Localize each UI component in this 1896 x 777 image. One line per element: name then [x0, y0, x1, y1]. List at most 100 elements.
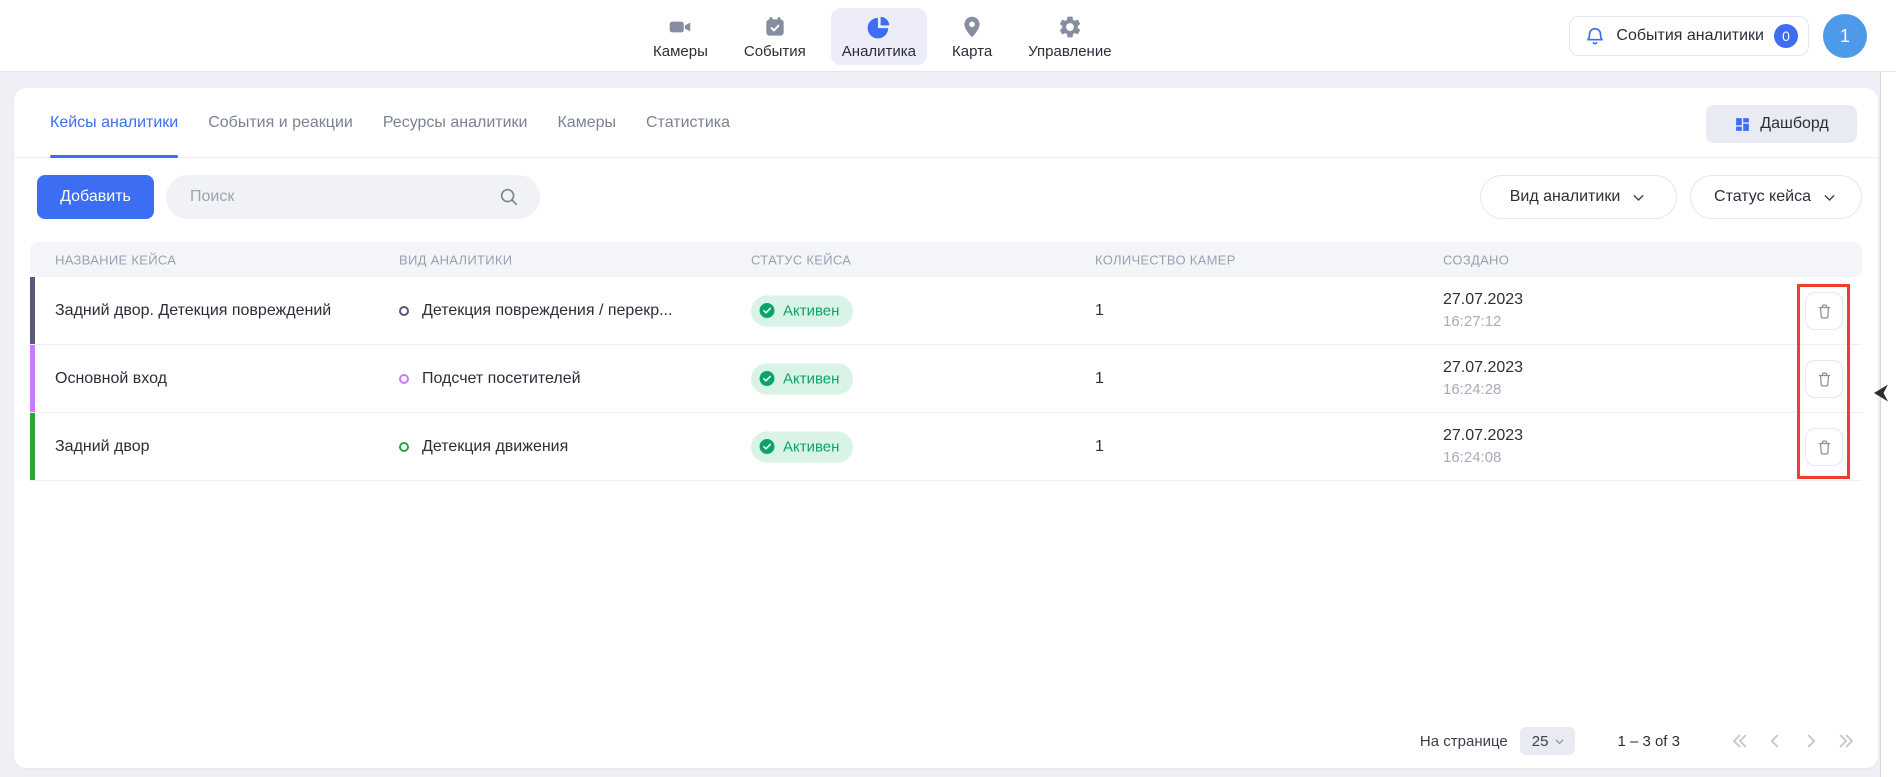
nav-item-management[interactable]: Управление	[1017, 8, 1122, 65]
status-badge: Активен	[751, 295, 853, 326]
chevron-left-icon	[1764, 730, 1786, 752]
nav-item-map[interactable]: Карта	[941, 8, 1003, 65]
created-time: 16:24:08	[1443, 449, 1523, 468]
trash-icon	[1815, 438, 1834, 457]
last-page-button[interactable]	[1834, 728, 1860, 754]
check-circle-icon	[758, 302, 776, 320]
double-chevron-left-icon	[1728, 730, 1750, 752]
created-date: 27.07.2023	[1443, 290, 1523, 310]
chevron-right-icon	[1800, 730, 1822, 752]
trash-icon	[1815, 302, 1834, 321]
nav-item-events[interactable]: События	[733, 8, 817, 65]
analytics-type-label: Подсчет посетителей	[422, 370, 581, 388]
chevron-down-icon	[1821, 189, 1838, 206]
pie-chart-icon	[866, 14, 892, 40]
analytics-type-cell: Детекция повреждения / перекр...	[399, 302, 672, 320]
case-status-cell: Активен	[751, 363, 853, 394]
status-badge: Активен	[751, 431, 853, 462]
status-label: Активен	[783, 438, 839, 455]
tab-analytics-resources[interactable]: Ресурсы аналитики	[383, 88, 528, 157]
case-status-filter-label: Статус кейса	[1714, 188, 1811, 206]
delete-case-button[interactable]	[1805, 292, 1843, 330]
dashboard-button-label: Дашборд	[1760, 115, 1829, 133]
per-page-select[interactable]: 25	[1520, 727, 1576, 755]
created-cell: 27.07.2023 16:27:12	[1443, 290, 1523, 332]
row-accent-bar	[30, 413, 35, 480]
prev-page-button[interactable]	[1762, 728, 1788, 754]
tab-analytics-cases[interactable]: Кейсы аналитики	[50, 88, 178, 157]
first-page-button[interactable]	[1726, 728, 1752, 754]
column-header-camera-count: КОЛИЧЕСТВО КАМЕР	[1095, 252, 1236, 267]
case-status-cell: Активен	[751, 295, 853, 326]
created-time: 16:27:12	[1443, 313, 1523, 332]
analytics-type-filter-label: Вид аналитики	[1510, 188, 1621, 206]
mouse-cursor	[1872, 382, 1890, 404]
status-label: Активен	[783, 370, 839, 387]
next-page-button[interactable]	[1798, 728, 1824, 754]
nav-item-analytics[interactable]: Аналитика	[831, 8, 927, 65]
chevron-down-icon	[1553, 735, 1566, 748]
table-row[interactable]: Основной вход Подсчет посетителей Активе…	[30, 345, 1862, 413]
gear-icon	[1057, 14, 1083, 40]
table-header-row: НАЗВАНИЕ КЕЙСА ВИД АНАЛИТИКИ СТАТУС КЕЙС…	[30, 242, 1862, 277]
created-time: 16:24:28	[1443, 381, 1523, 400]
delete-case-button[interactable]	[1805, 360, 1843, 398]
per-page-label: На странице	[1420, 733, 1508, 750]
column-header-case-name: НАЗВАНИЕ КЕЙСА	[55, 252, 176, 267]
per-page-value: 25	[1532, 733, 1549, 750]
analytics-events-button[interactable]: События аналитики 0	[1569, 16, 1809, 56]
tab-statistics[interactable]: Статистика	[646, 88, 730, 157]
add-case-button[interactable]: Добавить	[37, 175, 154, 219]
top-navigation-bar: Камеры События Аналитика Карта Управлени	[0, 0, 1896, 72]
column-header-case-status: СТАТУС КЕЙСА	[751, 252, 851, 267]
tab-events-reactions[interactable]: События и реакции	[208, 88, 353, 157]
trash-icon	[1815, 370, 1834, 389]
analytics-type-filter[interactable]: Вид аналитики	[1480, 175, 1677, 219]
check-circle-icon	[758, 438, 776, 456]
table-row[interactable]: Задний двор. Детекция повреждений Детекц…	[30, 277, 1862, 345]
nav-label: Аналитика	[842, 43, 916, 60]
table-row[interactable]: Задний двор Детекция движения Активен 1 …	[30, 413, 1862, 481]
content-panel: Кейсы аналитики События и реакции Ресурс…	[14, 88, 1878, 768]
map-pin-icon	[959, 14, 985, 40]
case-status-cell: Активен	[751, 431, 853, 462]
created-cell: 27.07.2023 16:24:28	[1443, 358, 1523, 400]
scrollbar[interactable]	[1880, 72, 1896, 777]
created-date: 27.07.2023	[1443, 358, 1523, 378]
analytics-type-icon	[399, 442, 409, 452]
nav-label: Камеры	[653, 43, 708, 60]
nav-label: События	[744, 43, 806, 60]
nav-item-cameras[interactable]: Камеры	[642, 8, 719, 65]
tab-cameras[interactable]: Камеры	[557, 88, 616, 157]
delete-case-button[interactable]	[1805, 428, 1843, 466]
analytics-type-label: Детекция движения	[422, 438, 568, 456]
nav-label: Управление	[1028, 43, 1111, 60]
bell-icon	[1584, 25, 1606, 47]
analytics-cases-table: НАЗВАНИЕ КЕЙСА ВИД АНАЛИТИКИ СТАТУС КЕЙС…	[30, 242, 1862, 481]
column-header-created: СОЗДАНО	[1443, 252, 1509, 267]
analytics-events-label: События аналитики	[1616, 27, 1764, 45]
row-accent-bar	[30, 277, 35, 344]
created-date: 27.07.2023	[1443, 426, 1523, 446]
toolbar: Добавить Вид аналитики Статус кейса	[14, 175, 1878, 219]
double-chevron-right-icon	[1836, 730, 1858, 752]
case-status-filter[interactable]: Статус кейса	[1690, 175, 1862, 219]
calendar-check-icon	[762, 14, 788, 40]
camera-count: 1	[1095, 302, 1104, 320]
case-name: Основной вход	[55, 370, 167, 388]
nav-label: Карта	[952, 43, 992, 60]
pagination-bar: На странице 25 1 – 3 of 3	[30, 722, 1860, 760]
video-camera-icon	[667, 14, 693, 40]
camera-count: 1	[1095, 370, 1104, 388]
search-input[interactable]	[190, 175, 490, 219]
analytics-type-cell: Подсчет посетителей	[399, 370, 581, 388]
main-nav: Камеры События Аналитика Карта Управлени	[642, 0, 1123, 72]
analytics-type-label: Детекция повреждения / перекр...	[422, 302, 672, 320]
search-icon[interactable]	[498, 186, 520, 208]
dashboard-button[interactable]: Дашборд	[1706, 105, 1857, 143]
table-body: Задний двор. Детекция повреждений Детекц…	[30, 277, 1862, 481]
case-name: Задний двор. Детекция повреждений	[55, 302, 331, 320]
user-avatar[interactable]: 1	[1823, 14, 1867, 58]
created-cell: 27.07.2023 16:24:08	[1443, 426, 1523, 468]
analytics-type-cell: Детекция движения	[399, 438, 568, 456]
